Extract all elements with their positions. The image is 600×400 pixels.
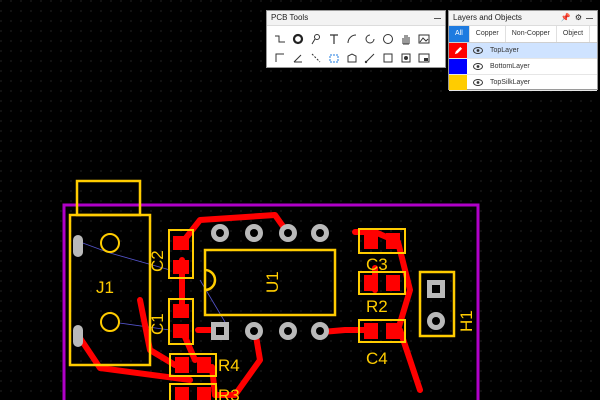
connect-tool-icon[interactable]	[307, 49, 325, 67]
layers-title-bar[interactable]: Layers and Objects 📌 ⚙	[449, 11, 597, 26]
text-tool-icon[interactable]	[325, 30, 343, 48]
layer-name: BottomLayer	[490, 63, 530, 70]
circle-tool-icon[interactable]	[379, 30, 397, 48]
r3-label: R3	[218, 386, 240, 400]
settings-icon[interactable]: ⚙	[575, 11, 582, 25]
pencil-icon	[454, 46, 462, 55]
minimize-icon[interactable]	[434, 17, 441, 19]
pcb-tools-panel: PCB Tools	[266, 10, 446, 68]
copper-area-tool-icon[interactable]	[325, 49, 343, 67]
pcb-tools-title: PCB Tools	[271, 13, 309, 22]
tab-object[interactable]: Object	[557, 26, 591, 42]
rectangle-tool-icon[interactable]	[379, 49, 397, 67]
tab-copper[interactable]: Copper	[470, 26, 506, 42]
region-tool-icon[interactable]	[343, 49, 361, 67]
layer-row-topsilk[interactable]: TopSilkLayer	[449, 75, 597, 91]
layer-row-top[interactable]: TopLayer	[449, 43, 597, 59]
eye-icon[interactable]	[471, 79, 485, 86]
wire-tool-icon[interactable]	[271, 30, 289, 48]
angle-tool-icon[interactable]	[289, 49, 307, 67]
c1-label: C1	[148, 313, 167, 335]
layers-tabs: All Copper Non-Copper Object	[449, 26, 597, 43]
tab-non-copper[interactable]: Non-Copper	[506, 26, 557, 42]
eye-icon[interactable]	[471, 63, 485, 70]
layer-name: TopSilkLayer	[490, 79, 531, 86]
layers-panel: Layers and Objects 📌 ⚙ All Copper Non-Co…	[448, 10, 598, 91]
j1-label: J1	[96, 278, 114, 297]
pad-tool-icon[interactable]	[289, 30, 307, 48]
hole-tool-icon[interactable]	[397, 49, 415, 67]
via-tool-icon[interactable]	[307, 30, 325, 48]
c3-label: C3	[366, 255, 388, 274]
layer-name: TopLayer	[490, 47, 519, 54]
h1-label: H1	[457, 310, 476, 332]
layer-color-swatch[interactable]	[449, 75, 467, 90]
canvas-origin-icon[interactable]	[415, 49, 433, 67]
image-tool-icon[interactable]	[415, 30, 433, 48]
eye-icon[interactable]	[471, 47, 485, 54]
dimension-tool-icon[interactable]	[271, 49, 289, 67]
circle-arc-tool-icon[interactable]	[361, 30, 379, 48]
tab-all[interactable]: All	[449, 26, 470, 42]
layers-title: Layers and Objects	[453, 13, 522, 22]
pcb-tools-grid	[267, 26, 445, 69]
r4-label: R4	[218, 356, 240, 375]
pan-hand-icon[interactable]	[397, 30, 415, 48]
arc-tool-icon[interactable]	[343, 30, 361, 48]
minimize-icon[interactable]	[586, 17, 593, 19]
pcb-tools-title-bar[interactable]: PCB Tools	[267, 11, 445, 26]
layer-row-bottom[interactable]: BottomLayer	[449, 59, 597, 75]
r2-label: R2	[366, 297, 388, 316]
c4-label: C4	[366, 349, 388, 368]
pin-icon[interactable]: 📌	[561, 11, 571, 25]
u1-label: U1	[263, 271, 282, 293]
measure-tool-icon[interactable]	[361, 49, 379, 67]
layer-color-swatch[interactable]	[449, 59, 467, 74]
c2-label: C2	[148, 250, 167, 272]
layer-color-swatch[interactable]	[449, 43, 467, 58]
